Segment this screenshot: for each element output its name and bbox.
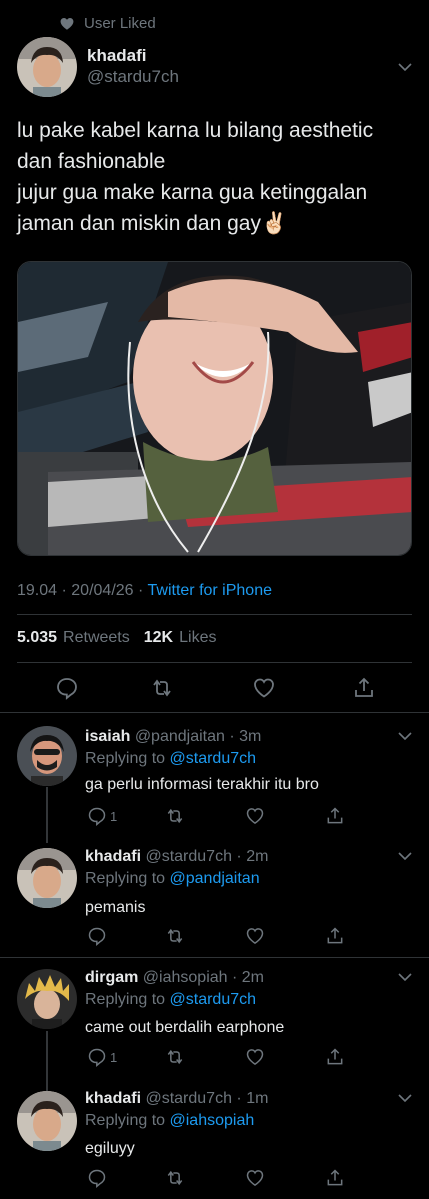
avatar[interactable] [17,726,77,786]
divider [17,662,412,663]
avatar[interactable] [17,969,77,1029]
reply-button[interactable] [87,1168,110,1188]
reply-author-name[interactable]: isaiah [85,728,130,745]
retweet-icon[interactable] [165,806,185,826]
replying-to-label: Replying to [85,750,166,767]
replying-to: Replying to @stardu7ch [85,991,256,1009]
reply-time: 2m [241,969,264,986]
chevron-down-icon[interactable] [398,731,412,741]
reply-header: khadafi @stardu7ch · 2m [85,848,269,865]
chevron-down-icon[interactable] [398,1093,412,1103]
reply-icon[interactable] [87,1047,107,1067]
retweet-icon[interactable] [165,926,185,946]
replying-to: Replying to @stardu7ch [85,750,256,768]
reply-author-handle[interactable]: @stardu7ch [145,1090,232,1107]
like-icon[interactable] [252,676,276,700]
replying-to-link[interactable]: @stardu7ch [170,991,257,1008]
reply-text: came out berdalih earphone [85,1019,285,1036]
reply-count: 1 [110,808,118,824]
reply-text: ga perlu informasi terakhir itu bro [85,776,319,793]
avatar[interactable] [17,37,77,97]
tweet-source-link[interactable]: Twitter for iPhone [148,582,273,599]
divider [17,614,412,615]
reply-button[interactable] [87,926,110,946]
replying-to-link[interactable]: @stardu7ch [170,750,257,767]
reply-header: isaiah @pandjaitan · 3m [85,728,262,745]
social-context: User Liked [60,14,156,32]
divider [0,957,429,958]
reply-icon[interactable] [87,806,107,826]
reply-header: khadafi @stardu7ch · 1m [85,1090,269,1107]
tweet-date: 20/04/26 [71,582,134,599]
replying-to-label: Replying to [85,1112,166,1129]
like-icon[interactable] [245,806,265,826]
replying-to-link[interactable]: @pandjaitan [170,870,260,887]
retweet-icon[interactable] [150,676,174,700]
reply-author-name[interactable]: dirgam [85,969,138,986]
thread-line [46,787,48,843]
likes-count[interactable]: 12K [144,629,173,647]
reply-header: dirgam @iahsopiah · 2m [85,969,264,986]
reply-time: 3m [239,728,262,745]
social-context-label: User Liked [84,14,156,32]
reply-author-name[interactable]: khadafi [85,848,141,865]
replying-to-label: Replying to [85,991,166,1008]
reply-icon[interactable] [55,676,79,700]
author-name[interactable]: khadafi [87,46,147,66]
tweet-stats: 5.035 Retweets 12K Likes [17,629,224,647]
retweets-label[interactable]: Retweets [63,629,130,647]
reply-time: 2m [246,848,269,865]
author-handle[interactable]: @stardu7ch [87,67,179,87]
reply-count: 1 [110,1049,118,1065]
share-icon[interactable] [325,806,345,826]
reply-author-name[interactable]: khadafi [85,1090,141,1107]
tweet-time: 19.04 [17,582,58,599]
reply-icon[interactable] [87,1168,107,1188]
reply-icon[interactable] [87,926,107,946]
like-icon[interactable] [245,926,265,946]
divider [0,712,429,713]
replying-to: Replying to @pandjaitan [85,870,260,888]
retweet-icon[interactable] [165,1168,185,1188]
chevron-down-icon[interactable] [398,972,412,982]
replying-to-label: Replying to [85,870,166,887]
like-icon[interactable] [245,1168,265,1188]
share-icon[interactable] [352,676,376,700]
retweets-count[interactable]: 5.035 [17,629,57,647]
replying-to: Replying to @iahsopiah [85,1112,254,1130]
replying-to-link[interactable]: @iahsopiah [170,1112,255,1129]
reply-text: pemanis [85,899,146,916]
avatar[interactable] [17,848,77,908]
share-icon[interactable] [325,1168,345,1188]
reply-action-bar [85,1168,385,1188]
reply-text: egiluyy [85,1140,135,1157]
reply-action-bar: 1 [85,806,385,826]
heart-icon [60,17,74,30]
tweet-text: lu pake kabel karna lu bilang aesthetic … [17,119,374,235]
tweet-photo[interactable] [17,261,412,556]
reply-action-bar: 1 [85,1047,385,1067]
tweet-action-bar [0,676,429,700]
reply-button[interactable]: 1 [87,1047,117,1067]
reply-time: 1m [246,1090,269,1107]
chevron-down-icon[interactable] [398,62,412,72]
tweet-meta: 19.04 · 20/04/26 · Twitter for iPhone [17,582,273,599]
like-icon[interactable] [245,1047,265,1067]
reply-button[interactable]: 1 [87,806,117,826]
reply-author-handle[interactable]: @iahsopiah [143,969,228,986]
reply-action-bar [85,926,385,946]
retweet-icon[interactable] [165,1047,185,1067]
chevron-down-icon[interactable] [398,851,412,861]
share-icon[interactable] [325,926,345,946]
likes-label[interactable]: Likes [179,629,216,647]
reply-author-handle[interactable]: @pandjaitan [135,728,225,745]
avatar[interactable] [17,1091,77,1151]
share-icon[interactable] [325,1047,345,1067]
thread-line [46,1031,48,1091]
reply-author-handle[interactable]: @stardu7ch [145,848,232,865]
